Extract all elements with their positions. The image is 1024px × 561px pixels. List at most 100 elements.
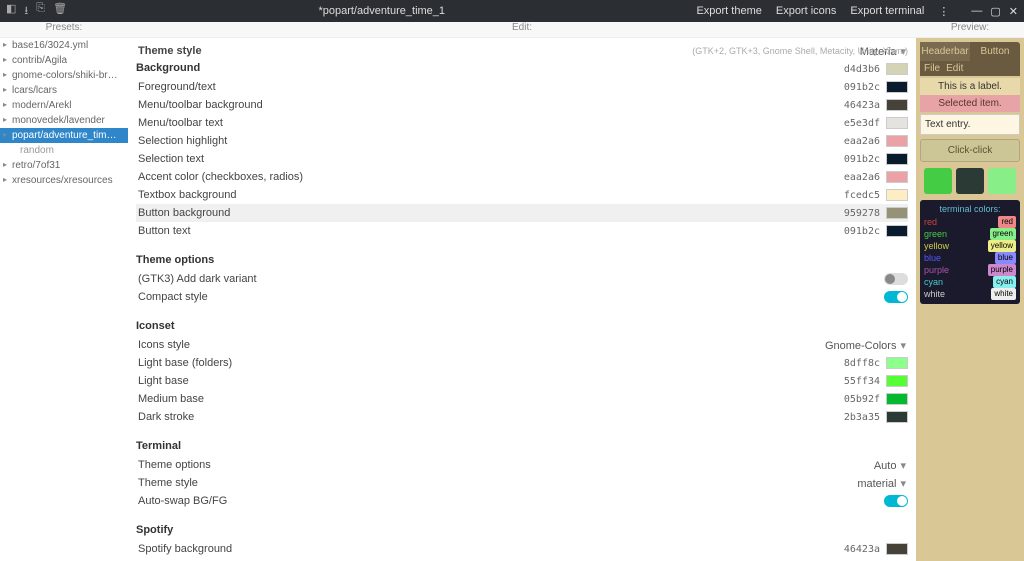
color-row: Selection highlight eaa2a6 <box>136 132 908 150</box>
export-theme-button[interactable]: Export theme <box>696 5 761 17</box>
preset-item[interactable]: gnome-colors/shiki-brave <box>0 68 128 83</box>
color-hex: e5e3df <box>844 118 880 129</box>
color-row: Medium base 05b92f <box>136 390 908 408</box>
desktop-icon <box>956 168 984 194</box>
export-icons-button[interactable]: Export icons <box>776 5 837 17</box>
color-swatch[interactable] <box>886 171 908 183</box>
color-row: Light base (folders) 8dff8c <box>136 354 908 372</box>
color-swatch[interactable] <box>886 135 908 147</box>
color-hex: 091b2c <box>844 226 880 237</box>
color-row: Foreground/text 091b2c <box>136 78 908 96</box>
section-spotify: Spotify <box>136 524 908 536</box>
copy-icon[interactable]: ⎘ <box>36 2 45 21</box>
section-iconset: Iconset <box>136 320 908 332</box>
section-theme-options: Theme options <box>136 254 908 266</box>
color-swatch[interactable] <box>886 99 908 111</box>
color-swatch[interactable] <box>886 189 908 201</box>
color-label: Medium base <box>136 393 844 405</box>
folder-icon <box>988 168 1016 194</box>
color-swatch[interactable] <box>886 411 908 423</box>
menu-icon[interactable]: ◧ <box>6 2 16 21</box>
edit-header: Edit: <box>128 22 916 37</box>
term-options-label: Theme options <box>136 459 874 471</box>
color-swatch[interactable] <box>886 117 908 129</box>
color-swatch[interactable] <box>886 393 908 405</box>
color-row: Light base 55ff34 <box>136 372 908 390</box>
term-options-dropdown[interactable]: Auto▾ <box>874 459 908 472</box>
color-hex: 55ff34 <box>844 376 880 387</box>
color-row: Textbox background fcedc5 <box>136 186 908 204</box>
color-label: Selection text <box>136 153 844 165</box>
titlebar: ◧ ⭳ ⎘ 🗑 *popart/adventure_time_1 Export … <box>0 0 1024 22</box>
term-header: terminal colors: <box>924 204 1016 214</box>
section-terminal: Terminal <box>136 440 908 452</box>
color-swatch[interactable] <box>886 153 908 165</box>
tab-button[interactable]: Button <box>970 42 1020 61</box>
color-hex: 46423a <box>844 544 880 555</box>
delete-icon[interactable]: 🗑 <box>53 2 67 21</box>
preset-item[interactable]: xresources/xresources <box>0 173 128 188</box>
color-label: Spotify background <box>136 543 844 555</box>
color-swatch[interactable] <box>886 543 908 555</box>
minimize-icon[interactable]: — <box>971 5 982 18</box>
preset-item[interactable]: popart/adventure_time_1 <box>0 128 128 143</box>
term-style-label: Theme style <box>136 477 857 489</box>
color-swatch[interactable] <box>886 225 908 237</box>
titlebar-left-icons: ◧ ⭳ ⎘ 🗑 <box>6 2 67 21</box>
color-swatch[interactable] <box>886 81 908 93</box>
preview-entry[interactable]: Text entry. <box>920 114 1020 135</box>
color-swatch[interactable] <box>886 357 908 369</box>
preset-item[interactable]: modern/Arekl <box>0 98 128 113</box>
more-icon[interactable]: ⋮ <box>938 5 949 18</box>
color-hex: 091b2c <box>844 154 880 165</box>
preset-item[interactable]: base16/3024.yml <box>0 38 128 53</box>
color-label: Textbox background <box>136 189 844 201</box>
term-style-dropdown[interactable]: material▾ <box>857 477 908 490</box>
color-row: Accent color (checkboxes, radios) eaa2a6 <box>136 168 908 186</box>
preview-panel: Headerbar Button File Edit This is a lab… <box>916 38 1024 561</box>
import-icon[interactable]: ⭳ <box>24 2 28 21</box>
preset-item[interactable]: lcars/lcars <box>0 83 128 98</box>
color-label: Menu/toolbar text <box>136 117 844 129</box>
menu-file[interactable]: File <box>924 63 940 74</box>
color-swatch[interactable] <box>886 207 908 219</box>
preview-icons <box>920 168 1020 194</box>
home-icon <box>924 168 952 194</box>
color-hex: eaa2a6 <box>844 136 880 147</box>
export-terminal-button[interactable]: Export terminal <box>850 5 924 17</box>
color-label: Light base <box>136 375 844 387</box>
icons-style-dropdown[interactable]: Gnome-Colors▾ <box>825 339 908 352</box>
compact-toggle[interactable] <box>884 291 908 303</box>
term-color-row: blue blue <box>924 252 1016 264</box>
color-hex: eaa2a6 <box>844 172 880 183</box>
tab-headerbar[interactable]: Headerbar <box>920 42 970 61</box>
color-label: Foreground/text <box>136 81 844 93</box>
color-label: Light base (folders) <box>136 357 844 369</box>
maximize-icon[interactable]: ▢ <box>990 5 1000 18</box>
color-label: Menu/toolbar background <box>136 99 844 111</box>
preset-item[interactable]: retro/7of31 <box>0 158 128 173</box>
dark-variant-toggle[interactable] <box>884 273 908 285</box>
column-headers: Presets: Edit: Preview: <box>0 22 1024 38</box>
color-hex: fcedc5 <box>844 190 880 201</box>
color-swatch[interactable] <box>886 63 908 75</box>
color-label: Dark stroke <box>136 411 844 423</box>
close-icon[interactable]: ✕ <box>1009 5 1018 18</box>
term-color-row: purple purple <box>924 264 1016 276</box>
edit-panel[interactable]: Theme style Materia▾ (GTK+2, GTK+3, Gnom… <box>128 38 916 561</box>
color-swatch[interactable] <box>886 375 908 387</box>
auto-swap-toggle[interactable] <box>884 495 908 507</box>
term-color-row: cyan cyan <box>924 276 1016 288</box>
preset-item[interactable]: monovedek/lavender <box>0 113 128 128</box>
color-hex: d4d3b6 <box>844 64 880 75</box>
color-row: Selection text 091b2c <box>136 150 908 168</box>
color-hex: 8dff8c <box>844 358 880 369</box>
preset-sub-item[interactable]: random <box>0 143 128 158</box>
color-row: Button background 959278 <box>136 204 908 222</box>
preview-header: Preview: <box>916 22 1024 37</box>
color-hex: 46423a <box>844 100 880 111</box>
preview-button[interactable]: Click-click <box>920 139 1020 162</box>
menu-edit[interactable]: Edit <box>946 63 963 74</box>
preset-item[interactable]: contrib/Agila <box>0 53 128 68</box>
color-hex: 05b92f <box>844 394 880 405</box>
